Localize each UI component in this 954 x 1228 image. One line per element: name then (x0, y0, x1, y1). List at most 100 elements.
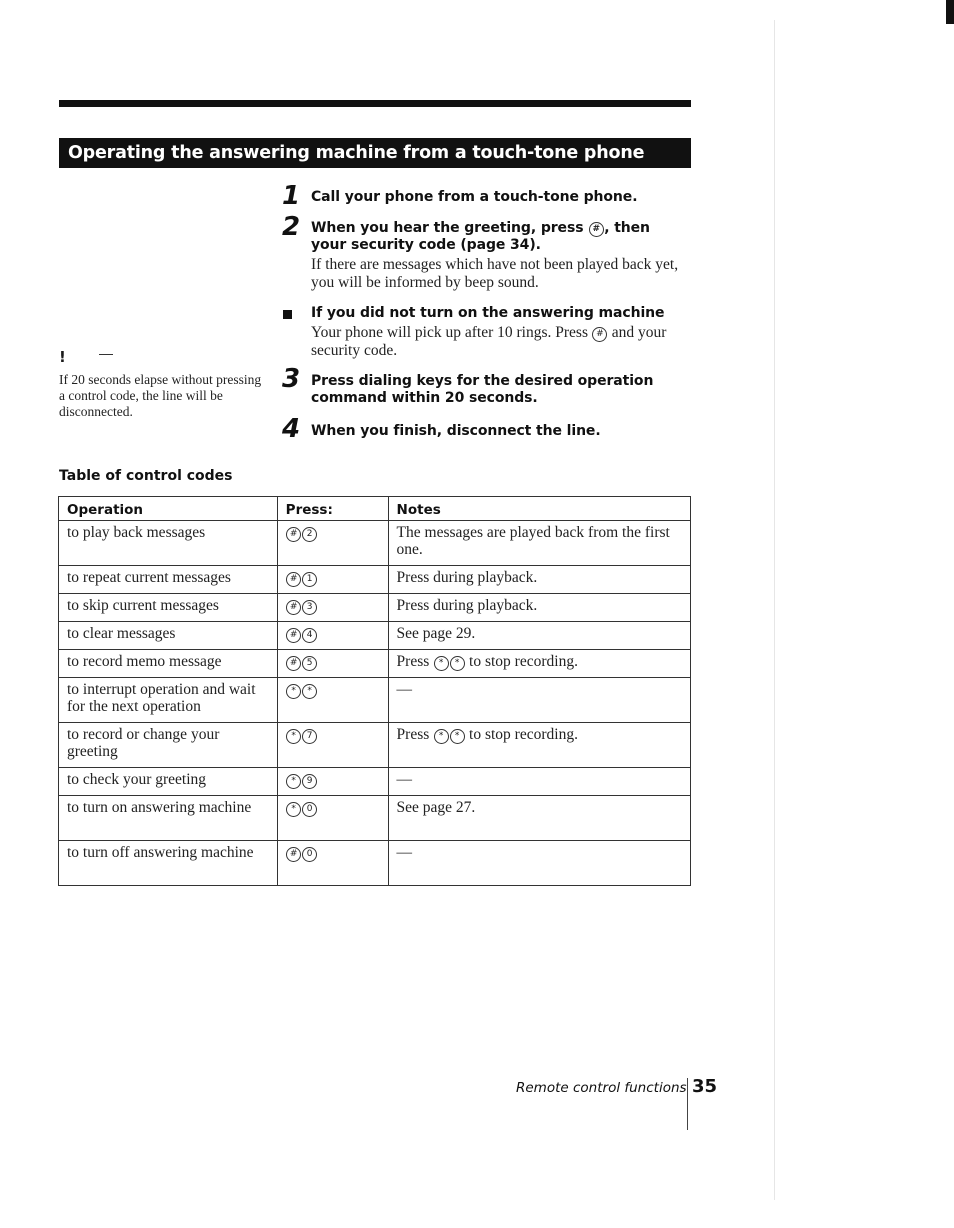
step-2-heading: When you hear the greeting, press #, the… (311, 220, 691, 254)
header-press: Press: (276, 496, 389, 521)
press-cell: #3 (276, 593, 389, 622)
scan-artifact-line (774, 20, 775, 1200)
notes-text: Press (396, 653, 430, 670)
press-cell: #1 (276, 565, 389, 594)
digit-key-icon: 5 (302, 656, 318, 671)
table-row: to interrupt operation and wait for the … (58, 677, 692, 723)
operation-cell: to play back messages (58, 520, 278, 566)
notes-cell: — (387, 840, 692, 886)
notes-text: Press (396, 726, 430, 743)
step-3-heading: Press dialing keys for the desired opera… (311, 373, 691, 407)
press-cell: #4 (276, 621, 389, 650)
side-note-text: If 20 seconds elapse without pressing a … (59, 372, 262, 419)
notes-cell: — (387, 767, 692, 796)
step-1-heading: Call your phone from a touch-tone phone. (311, 189, 638, 205)
header-operation: Operation (58, 496, 278, 521)
operation-cell: to turn off answering machine (58, 840, 278, 886)
star-key-icon: * (286, 802, 302, 817)
notes-cell: See page 27. (387, 795, 692, 841)
exclamation-icon: ! (59, 348, 66, 366)
table-row: to skip current messages #3 Press during p… (58, 593, 692, 622)
digit-key-icon: 3 (302, 600, 318, 615)
hash-key-icon: # (286, 527, 302, 542)
press-cell: * * (276, 677, 389, 723)
press-cell: * 0 (276, 795, 389, 841)
control-codes-table: Operation Press: Notes to play back mess… (58, 496, 692, 886)
operation-cell: to repeat current messages (58, 565, 278, 594)
table-row: to record or change your greeting * 7 Press… (58, 722, 692, 768)
press-cell: #2 (276, 520, 389, 566)
step-3-heading-line1: Press dialing keys for the desired opera… (311, 373, 654, 389)
note-dash (99, 354, 113, 355)
star-key-icon: * (433, 729, 449, 744)
digit-key-icon: 0 (302, 802, 318, 817)
digit-key-icon: 0 (302, 847, 318, 862)
footer-separator (687, 1078, 688, 1130)
step-2-heading-text: When you hear the greeting, press (311, 220, 584, 236)
hash-key-icon: # (588, 222, 604, 237)
star-key-icon: * (449, 729, 465, 744)
footer-section-label: Remote control functions (516, 1080, 687, 1096)
bullet-square-icon (283, 310, 292, 319)
step-3-heading-line2: command within 20 seconds. (311, 390, 538, 406)
notes-cell: The messages are played back from the fi… (387, 520, 692, 566)
step-3-number: 3 (282, 364, 301, 394)
hash-key-icon: # (286, 628, 302, 643)
notes-cell: Press * * to stop recording. (387, 722, 692, 768)
star-key-icon: * (302, 684, 318, 699)
notes-cell: Press during playback. (387, 565, 692, 594)
digit-key-icon: 2 (302, 527, 318, 542)
step-4-number: 4 (282, 414, 301, 444)
operation-cell: to skip current messages (58, 593, 278, 622)
table-row: to repeat current messages #1 Press during… (58, 565, 692, 594)
hash-key-icon: # (286, 847, 302, 862)
notes-cell: See page 29. (387, 621, 692, 650)
edge-mark (946, 0, 954, 24)
operation-cell: to check your greeting (58, 767, 278, 796)
subnote-body: Your phone will pick up after 10 rings. … (311, 324, 686, 360)
notes-cell: — (387, 677, 692, 723)
operation-cell: to turn on answering machine (58, 795, 278, 841)
press-cell: #5 (276, 649, 389, 678)
notes-cell: Press * * to stop recording. (387, 649, 692, 678)
page-number: 35 (692, 1076, 718, 1097)
header-notes: Notes (387, 496, 692, 521)
star-key-icon: * (286, 774, 302, 789)
hash-key-icon: # (286, 656, 302, 671)
notes-text-after: to stop recording. (469, 653, 578, 670)
star-key-icon: * (286, 684, 302, 699)
operation-cell: to record memo message (58, 649, 278, 678)
notes-text-after: to stop recording. (469, 726, 578, 743)
step-2-body: If there are messages which have not bee… (311, 256, 679, 291)
step-4-heading: When you finish, disconnect the line. (311, 423, 601, 439)
table-row: to clear messages #4 See page 29. (58, 621, 692, 650)
hash-key-icon: # (286, 600, 302, 615)
subnote-body-text: Your phone will pick up after 10 rings. … (311, 324, 588, 341)
step-2-number: 2 (282, 212, 301, 242)
press-cell: * 7 (276, 722, 389, 768)
hash-key-icon: # (592, 327, 608, 342)
operation-cell: to clear messages (58, 621, 278, 650)
notes-cell: Press during playback. (387, 593, 692, 622)
table-row: to check your greeting * 9— (58, 767, 692, 796)
table-row: to play back messages #2 The messages are … (58, 520, 692, 566)
step-1-number: 1 (282, 181, 301, 211)
subnote-heading: If you did not turn on the answering mac… (311, 305, 665, 321)
section-title: Operating the answering machine from a t… (59, 138, 691, 168)
digit-key-icon: 1 (302, 572, 318, 587)
press-cell: * 9 (276, 767, 389, 796)
table-caption: Table of control codes (59, 468, 233, 484)
step-2-heading-line2: your security code (page 34). (311, 237, 541, 253)
operation-cell: to interrupt operation and wait for the … (58, 677, 278, 723)
step-2-heading-text-after: , then (604, 220, 650, 236)
table-row: to turn off answering machine #0— (58, 840, 692, 886)
star-key-icon: * (286, 729, 302, 744)
star-key-icon: * (433, 656, 449, 671)
star-key-icon: * (449, 656, 465, 671)
press-cell: #0 (276, 840, 389, 886)
hash-key-icon: # (286, 572, 302, 587)
digit-key-icon: 7 (302, 729, 318, 744)
top-rule (59, 100, 691, 107)
table-header-row: Operation Press: Notes (58, 496, 692, 521)
table-row: to turn on answering machine * 0 See page 2… (58, 795, 692, 841)
